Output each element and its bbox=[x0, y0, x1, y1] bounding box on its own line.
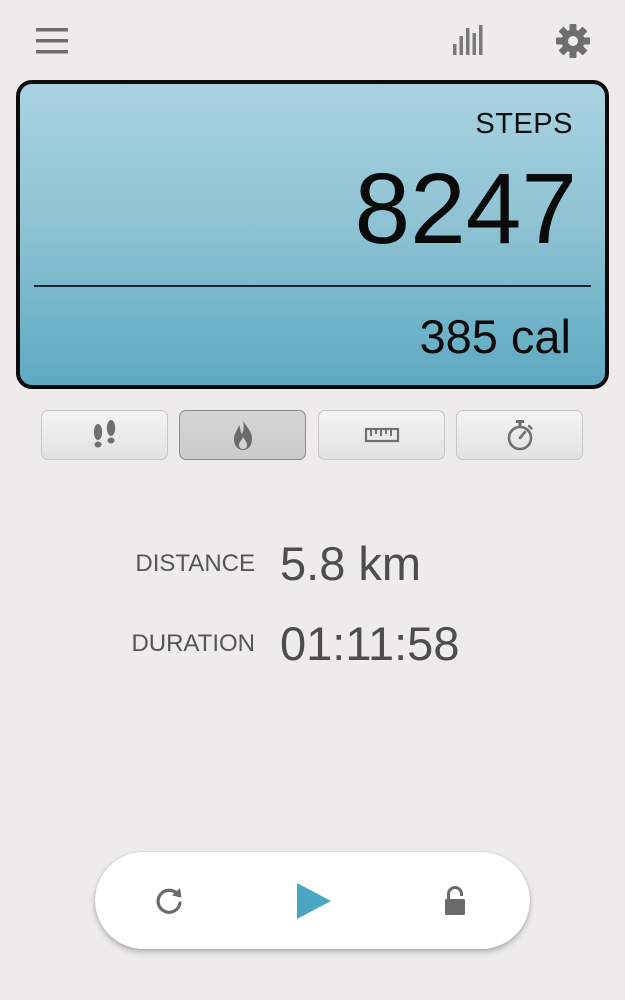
duration-row: DURATION 01:11:58 bbox=[0, 614, 625, 674]
reset-button[interactable] bbox=[129, 852, 209, 949]
tab-duration[interactable] bbox=[456, 410, 583, 460]
steps-count: 8247 bbox=[354, 153, 577, 265]
tab-steps[interactable] bbox=[41, 410, 168, 460]
ruler-icon bbox=[364, 427, 399, 443]
tab-distance[interactable] bbox=[318, 410, 445, 460]
footprints-icon bbox=[93, 420, 115, 448]
tab-calories[interactable] bbox=[179, 410, 306, 460]
steps-label: STEPS bbox=[475, 108, 573, 140]
distance-value: 5.8 km bbox=[280, 537, 422, 590]
steps-display-panel: STEPS 8247 385 cal bbox=[16, 80, 609, 389]
play-icon bbox=[297, 882, 331, 919]
flame-icon bbox=[233, 420, 252, 450]
duration-value: 01:11:58 bbox=[280, 617, 460, 670]
calories-value: 385 cal bbox=[419, 310, 571, 363]
duration-label: DURATION bbox=[131, 630, 255, 657]
top-toolbar bbox=[0, 0, 625, 80]
hamburger-menu-icon[interactable] bbox=[34, 24, 70, 58]
playback-controls bbox=[95, 852, 530, 949]
stopwatch-icon bbox=[507, 420, 533, 451]
bar-chart-icon[interactable] bbox=[450, 22, 488, 58]
mode-tabs bbox=[41, 410, 584, 460]
distance-row: DISTANCE 5.8 km bbox=[0, 534, 625, 594]
display-divider bbox=[34, 285, 591, 287]
gear-icon[interactable] bbox=[554, 22, 592, 60]
lock-button[interactable] bbox=[415, 852, 495, 949]
play-button[interactable] bbox=[273, 852, 353, 949]
distance-label: DISTANCE bbox=[135, 550, 255, 577]
refresh-icon bbox=[156, 887, 182, 914]
lock-icon bbox=[445, 885, 465, 915]
